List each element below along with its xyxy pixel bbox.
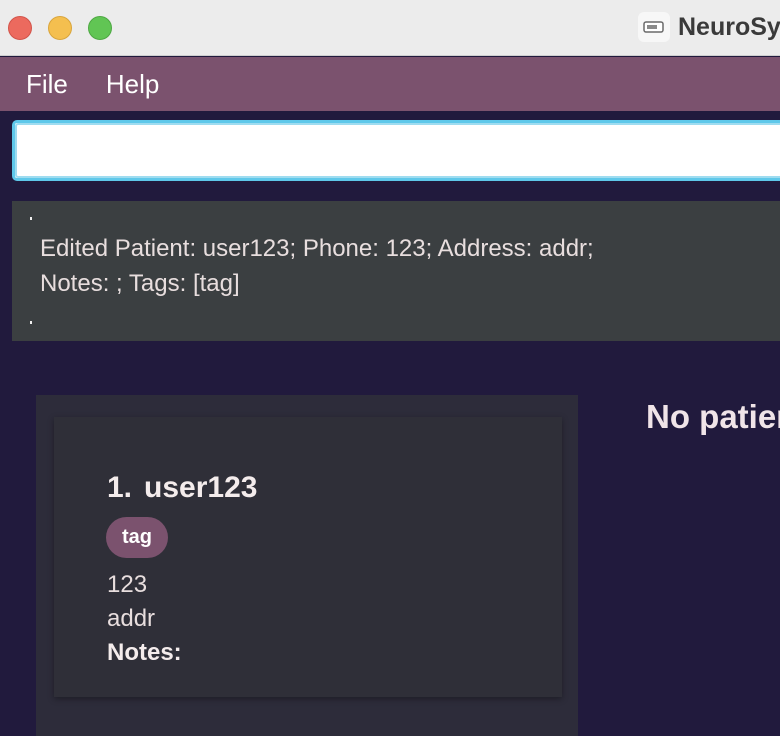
menu-file[interactable]: File bbox=[26, 69, 68, 100]
patient-phone: 123 bbox=[107, 571, 148, 598]
result-line-1: Edited Patient: user123; Phone: 123; Add… bbox=[40, 235, 594, 262]
window-title: NeuroSy bbox=[678, 13, 780, 41]
tag-chip: tag bbox=[106, 517, 168, 558]
menu-bar: File Help bbox=[0, 57, 780, 111]
patient-name-text: user123 bbox=[144, 471, 258, 504]
maximize-window-button[interactable] bbox=[88, 16, 112, 40]
detail-empty-text: No patien bbox=[646, 398, 780, 435]
scroll-marker-top bbox=[30, 217, 32, 220]
patient-notes-label: Notes: bbox=[107, 639, 182, 666]
title-bar: NeuroSy bbox=[0, 0, 780, 56]
app-badge-icon bbox=[638, 12, 670, 42]
scroll-marker-bottom bbox=[30, 321, 32, 324]
result-display: Edited Patient: user123; Phone: 123; Add… bbox=[12, 201, 780, 341]
app-window: NeuroSy File Help Edited Patient: user12… bbox=[0, 0, 780, 736]
menu-help[interactable]: Help bbox=[106, 69, 159, 100]
patient-address: addr bbox=[107, 605, 156, 632]
patient-index: 1. bbox=[107, 471, 133, 504]
minimize-window-button[interactable] bbox=[48, 16, 72, 40]
patient-card[interactable]: 1. user123 tag 123 addr Notes: bbox=[54, 417, 562, 697]
patient-list-panel[interactable]: 1. user123 tag 123 addr Notes: bbox=[36, 395, 578, 736]
command-box bbox=[12, 120, 780, 181]
result-line-2: Notes: ; Tags: [tag] bbox=[40, 270, 240, 297]
close-window-button[interactable] bbox=[8, 16, 32, 40]
command-input[interactable] bbox=[15, 123, 780, 178]
patient-name: 1. user123 bbox=[107, 471, 257, 505]
